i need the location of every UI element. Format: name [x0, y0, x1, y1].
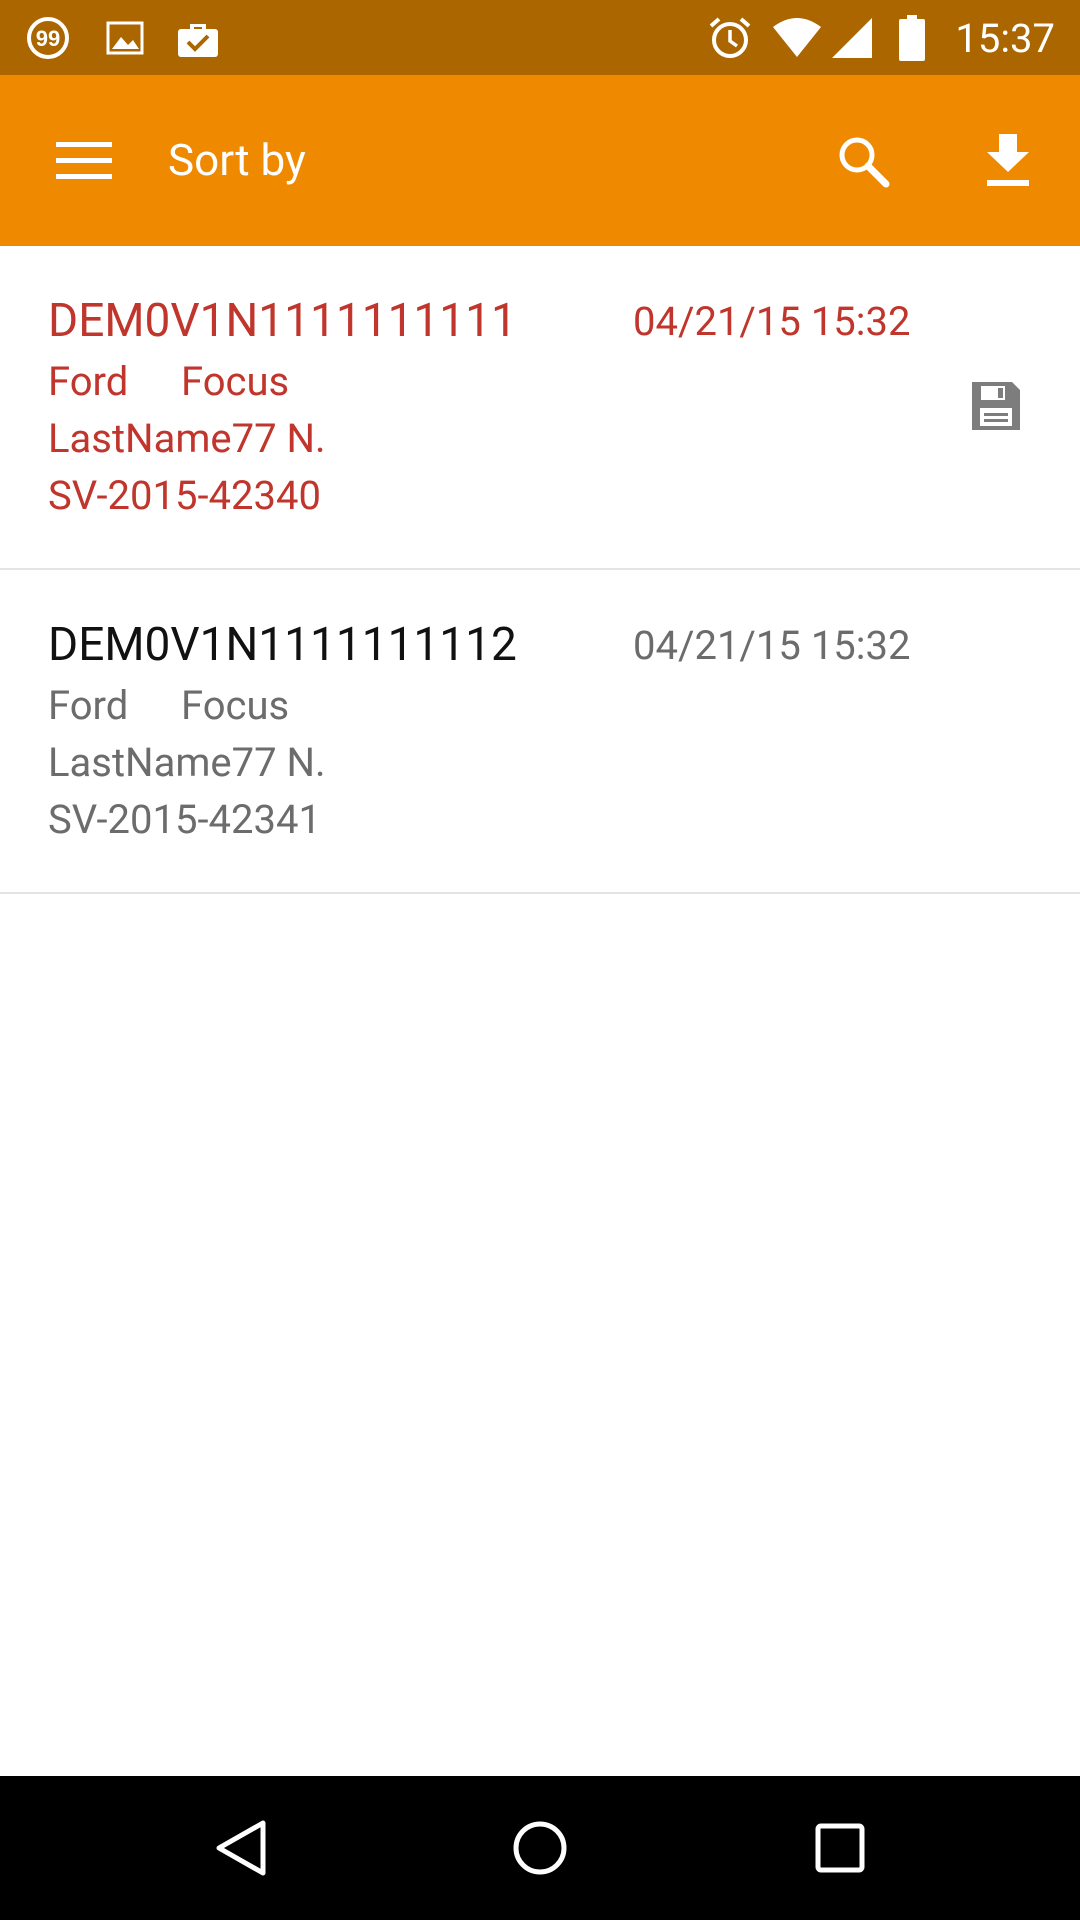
- app-bar: Sort by: [0, 75, 1080, 246]
- back-button[interactable]: [171, 1776, 311, 1920]
- search-icon: [839, 137, 890, 187]
- menu-button[interactable]: [29, 75, 139, 246]
- owner-label: LastName77 N.: [48, 739, 326, 786]
- reference-label: SV-2015-42340: [48, 472, 321, 519]
- vehicle-list: DEM0V1N1111111111 04/21/15 15:32 Ford Fo…: [0, 246, 1080, 894]
- recents-button[interactable]: [770, 1776, 910, 1920]
- wifi-icon: [772, 0, 822, 75]
- model-label: Focus: [181, 358, 290, 405]
- date-label: 04/21/15 15:32: [633, 298, 911, 345]
- quote-notification-icon: 99: [26, 0, 70, 75]
- page-title[interactable]: Sort by: [168, 75, 306, 246]
- back-icon: [216, 1820, 266, 1876]
- floppy-disk-icon: [968, 378, 1024, 434]
- cell-signal-icon: [830, 0, 874, 75]
- svg-text:99: 99: [36, 26, 60, 51]
- navigation-bar: [0, 1776, 1080, 1920]
- hamburger-menu-icon: [56, 141, 112, 179]
- download-button[interactable]: [953, 75, 1063, 246]
- alarm-icon: [708, 0, 752, 75]
- vin-label: DEM0V1N1111111111: [48, 294, 517, 348]
- home-icon: [513, 1821, 567, 1875]
- recents-icon: [815, 1823, 865, 1873]
- image-notification-icon: [106, 0, 144, 75]
- search-button[interactable]: [808, 75, 918, 246]
- home-button[interactable]: [470, 1776, 610, 1920]
- make-label: Ford: [48, 358, 129, 405]
- status-bar: 99 15:37: [0, 0, 1080, 75]
- model-label: Focus: [181, 682, 290, 729]
- download-icon: [987, 133, 1029, 186]
- vin-label: DEM0V1N1111111112: [48, 618, 517, 672]
- list-item[interactable]: DEM0V1N1111111111 04/21/15 15:32 Ford Fo…: [0, 246, 1080, 570]
- date-label: 04/21/15 15:32: [633, 622, 911, 669]
- make-label: Ford: [48, 682, 129, 729]
- status-time: 15:37: [955, 15, 1055, 62]
- list-item[interactable]: DEM0V1N1111111112 04/21/15 15:32 Ford Fo…: [0, 570, 1080, 894]
- battery-icon: [898, 0, 926, 75]
- reference-label: SV-2015-42341: [48, 796, 321, 843]
- briefcase-check-icon: [176, 0, 220, 75]
- owner-label: LastName77 N.: [48, 415, 326, 462]
